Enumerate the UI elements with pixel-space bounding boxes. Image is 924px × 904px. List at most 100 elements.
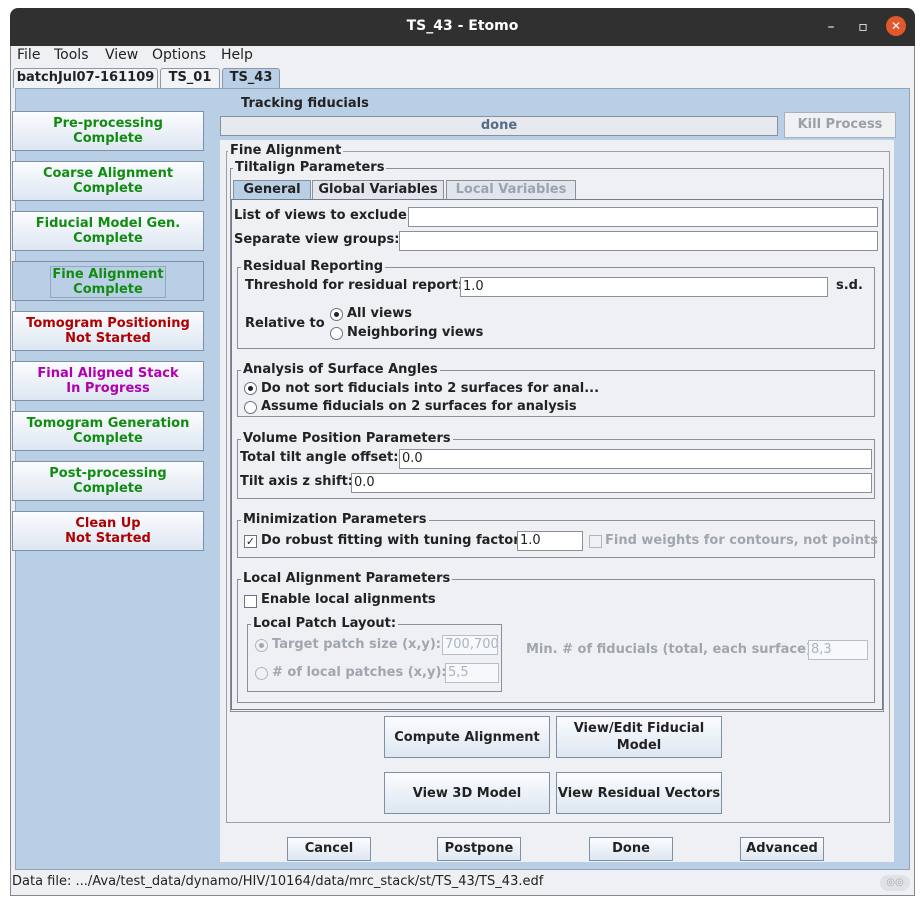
close-icon[interactable]: ✕ — [886, 16, 906, 36]
tab-ts01[interactable]: TS_01 — [160, 68, 220, 88]
surface-angles-title: Analysis of Surface Angles — [241, 362, 440, 377]
num-patches-radio[interactable] — [255, 667, 268, 680]
fine-alignment-title: Fine Alignment — [228, 143, 344, 158]
nav-status: Complete — [73, 131, 143, 146]
nav-tomogram-positioning[interactable]: Tomogram Positioning Not Started — [12, 311, 204, 351]
tiltalign-title: Tiltalign Parameters — [233, 160, 387, 175]
postpone-button[interactable]: Postpone — [437, 837, 521, 861]
nav-fine-alignment[interactable]: Fine Alignment Complete — [12, 261, 204, 301]
all-views-label: All views — [347, 306, 412, 321]
nav-status: Not Started — [65, 331, 151, 346]
nav-label: Clean Up — [75, 516, 141, 531]
view-groups-label: Separate view groups: — [234, 232, 400, 247]
maximize-icon[interactable]: ▫ — [854, 18, 872, 36]
all-views-radio[interactable] — [330, 308, 343, 321]
kill-process-button[interactable]: Kill Process — [784, 112, 896, 138]
nav-label: Fiducial Model Gen. — [35, 216, 181, 231]
neighboring-views-radio[interactable] — [330, 327, 343, 340]
threshold-unit: s.d. — [836, 278, 863, 293]
view-edit-label-1: View/Edit Fiducial — [573, 721, 705, 736]
target-patch-radio[interactable] — [255, 639, 268, 652]
target-patch-input[interactable]: 700,700 — [442, 635, 498, 655]
view-edit-fiducial-button[interactable]: View/Edit Fiducial Model — [556, 716, 722, 758]
nav-label: Final Aligned Stack — [37, 366, 179, 381]
tilt-offset-label: Total tilt angle offset: — [240, 450, 399, 465]
view-residual-label: View Residual Vectors — [557, 785, 721, 801]
nav-fiducial-model[interactable]: Fiducial Model Gen. Complete — [12, 211, 204, 251]
tab-batch[interactable]: batchJul07-161109 — [13, 68, 158, 88]
compute-alignment-button[interactable]: Compute Alignment — [384, 716, 550, 758]
volume-position-title: Volume Position Parameters — [241, 431, 453, 446]
num-patches-label: # of local patches (x,y): — [272, 665, 447, 680]
find-weights-label: Find weights for contours, not points — [605, 533, 878, 548]
threshold-input[interactable]: 1.0 — [460, 277, 828, 297]
enable-local-checkbox[interactable] — [244, 595, 257, 608]
nav-label: Pre-processing — [53, 116, 163, 131]
nav-status: Complete — [73, 181, 143, 196]
progress-bar: done — [220, 116, 778, 136]
menu-file[interactable]: File — [17, 47, 40, 63]
z-shift-label: Tilt axis z shift: — [240, 474, 354, 489]
menu-options[interactable]: Options — [152, 47, 206, 63]
num-patches-input[interactable]: 5,5 — [445, 663, 499, 683]
neighboring-views-label: Neighboring views — [347, 325, 484, 340]
residual-reporting-title: Residual Reporting — [241, 259, 386, 274]
threshold-label: Threshold for residual report: — [245, 278, 464, 293]
enable-local-label: Enable local alignments — [261, 592, 436, 607]
process-label: Tracking fiducials — [241, 96, 369, 111]
nav-status: Not Started — [65, 531, 151, 546]
cancel-button[interactable]: Cancel — [287, 837, 371, 861]
nav-post-processing[interactable]: Post-processing Complete — [12, 461, 204, 501]
find-weights-checkbox[interactable] — [589, 535, 602, 548]
view-groups-input[interactable] — [399, 231, 878, 251]
nav-label: Tomogram Positioning — [26, 316, 190, 331]
compute-alignment-label: Compute Alignment — [394, 729, 540, 745]
robust-fitting-label: Do robust fitting with tuning factor: — [261, 533, 525, 548]
nav-clean-up[interactable]: Clean Up Not Started — [12, 511, 204, 551]
two-surfaces-label: Assume fiducials on 2 surfaces for analy… — [261, 399, 577, 414]
resize-grip-icon[interactable]: ◎◎ — [880, 875, 910, 891]
tab-general[interactable]: General — [233, 180, 311, 199]
minimization-title: Minimization Parameters — [241, 512, 429, 527]
menu-help[interactable]: Help — [221, 47, 253, 63]
tuning-factor-input[interactable]: 1.0 — [517, 531, 583, 551]
done-button[interactable]: Done — [589, 837, 673, 861]
menu-view[interactable]: View — [105, 47, 138, 63]
view-3d-model-button[interactable]: View 3D Model — [384, 772, 550, 814]
nav-status: Complete — [73, 231, 143, 246]
advanced-button[interactable]: Advanced — [740, 837, 824, 861]
nav-label: Fine Alignment — [52, 267, 164, 282]
window-title: TS_43 - Etomo — [406, 18, 519, 34]
min-fiducials-input[interactable]: 8,3 — [808, 640, 868, 660]
nav-coarse-alignment[interactable]: Coarse Alignment Complete — [12, 161, 204, 201]
z-shift-input[interactable]: 0.0 — [351, 473, 872, 493]
patch-layout-title: Local Patch Layout: — [251, 616, 399, 631]
two-surfaces-radio[interactable] — [244, 401, 257, 414]
nav-final-aligned-stack[interactable]: Final Aligned Stack In Progress — [12, 361, 204, 401]
min-fiducials-label: Min. # of fiducials (total, each surface… — [526, 642, 818, 657]
no-sort-radio[interactable] — [244, 382, 257, 395]
nav-preprocessing[interactable]: Pre-processing Complete — [12, 111, 204, 151]
no-sort-label: Do not sort fiducials into 2 surfaces fo… — [261, 381, 600, 396]
exclude-views-label: List of views to exclude: — [234, 208, 412, 223]
nav-status: Complete — [73, 282, 143, 297]
nav-tomogram-generation[interactable]: Tomogram Generation Complete — [12, 411, 204, 451]
nav-status: Complete — [73, 431, 143, 446]
view-residual-vectors-button[interactable]: View Residual Vectors — [556, 772, 722, 814]
tab-local-variables[interactable]: Local Variables — [446, 180, 576, 199]
tab-ts43[interactable]: TS_43 — [222, 68, 280, 88]
minimize-icon[interactable]: – — [822, 18, 840, 36]
menu-tools[interactable]: Tools — [54, 47, 89, 63]
nav-label: Coarse Alignment — [42, 166, 174, 181]
target-patch-label: Target patch size (x,y): — [272, 637, 441, 652]
robust-fitting-checkbox[interactable]: ✓ — [244, 535, 257, 548]
status-bar: Data file: .../Ava/test_data/dynamo/HIV/… — [12, 874, 544, 889]
nav-status: In Progress — [66, 381, 150, 396]
window-titlebar[interactable]: TS_43 - Etomo – ▫ ✕ — [10, 8, 915, 46]
tab-global-variables[interactable]: Global Variables — [312, 180, 444, 199]
view-3d-label: View 3D Model — [412, 785, 522, 801]
tilt-offset-input[interactable]: 0.0 — [399, 449, 872, 469]
nav-label: Tomogram Generation — [26, 416, 190, 431]
exclude-views-input[interactable] — [408, 207, 878, 227]
view-edit-label-2: Model — [616, 738, 662, 753]
